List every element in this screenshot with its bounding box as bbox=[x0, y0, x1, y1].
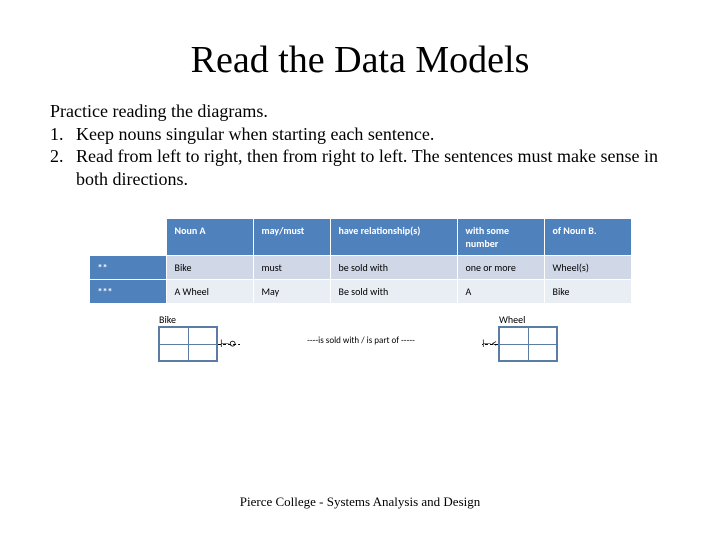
table-row: ** Bike must be sold with one or more Wh… bbox=[89, 256, 631, 280]
cardinality-right-icon: ⊢< bbox=[482, 338, 497, 349]
cell: Bike bbox=[544, 280, 631, 304]
list-item: 2. Read from left to right, then from ri… bbox=[50, 145, 670, 190]
cell: May bbox=[253, 280, 330, 304]
table-row: *** A Wheel May Be sold with A Bike bbox=[89, 280, 631, 304]
cell: must bbox=[253, 256, 330, 280]
table-header-row: Noun A may/must have relationship(s) wit… bbox=[89, 219, 631, 256]
cardinality-left-icon: ⊢○ bbox=[220, 338, 236, 349]
list-text: Keep nouns singular when starting each s… bbox=[76, 123, 434, 146]
cell: one or more bbox=[457, 256, 544, 280]
reading-table: Noun A may/must have relationship(s) wit… bbox=[89, 218, 632, 304]
cell: Bike bbox=[166, 256, 253, 280]
footer-text: Pierce College - Systems Analysis and De… bbox=[0, 494, 720, 510]
intro-line: Practice reading the diagrams. bbox=[50, 100, 670, 123]
entity-label: Bike bbox=[159, 313, 176, 326]
entity-bike: Bike bbox=[158, 326, 218, 362]
cell: Be sold with bbox=[330, 280, 457, 304]
body-text: Practice reading the diagrams. 1. Keep n… bbox=[50, 100, 670, 190]
relationship-label: ----is sold with / is part of ----- bbox=[240, 335, 482, 346]
header-cell: Noun A bbox=[166, 219, 253, 256]
ordered-list: 1. Keep nouns singular when starting eac… bbox=[50, 123, 670, 191]
entity-label: Wheel bbox=[499, 313, 525, 326]
row-key: ** bbox=[89, 256, 166, 280]
list-text: Read from left to right, then from right… bbox=[76, 145, 670, 190]
row-key: *** bbox=[89, 280, 166, 304]
page-title: Read the Data Models bbox=[50, 38, 670, 82]
cell: A bbox=[457, 280, 544, 304]
cell: Wheel(s) bbox=[544, 256, 631, 280]
entity-wheel: Wheel bbox=[498, 326, 558, 362]
header-cell: with some number bbox=[457, 219, 544, 256]
header-cell: may/must bbox=[253, 219, 330, 256]
cell: A Wheel bbox=[166, 280, 253, 304]
list-number: 2. bbox=[50, 145, 76, 190]
header-cell: of Noun B. bbox=[544, 219, 631, 256]
header-cell-blank bbox=[89, 219, 166, 256]
cell: be sold with bbox=[330, 256, 457, 280]
er-diagram: Bike Wheel ⊢○ ⊢< ----is sold with / is p… bbox=[140, 314, 580, 374]
slide: Read the Data Models Practice reading th… bbox=[0, 0, 720, 540]
list-number: 1. bbox=[50, 123, 76, 146]
header-cell: have relationship(s) bbox=[330, 219, 457, 256]
list-item: 1. Keep nouns singular when starting eac… bbox=[50, 123, 670, 146]
